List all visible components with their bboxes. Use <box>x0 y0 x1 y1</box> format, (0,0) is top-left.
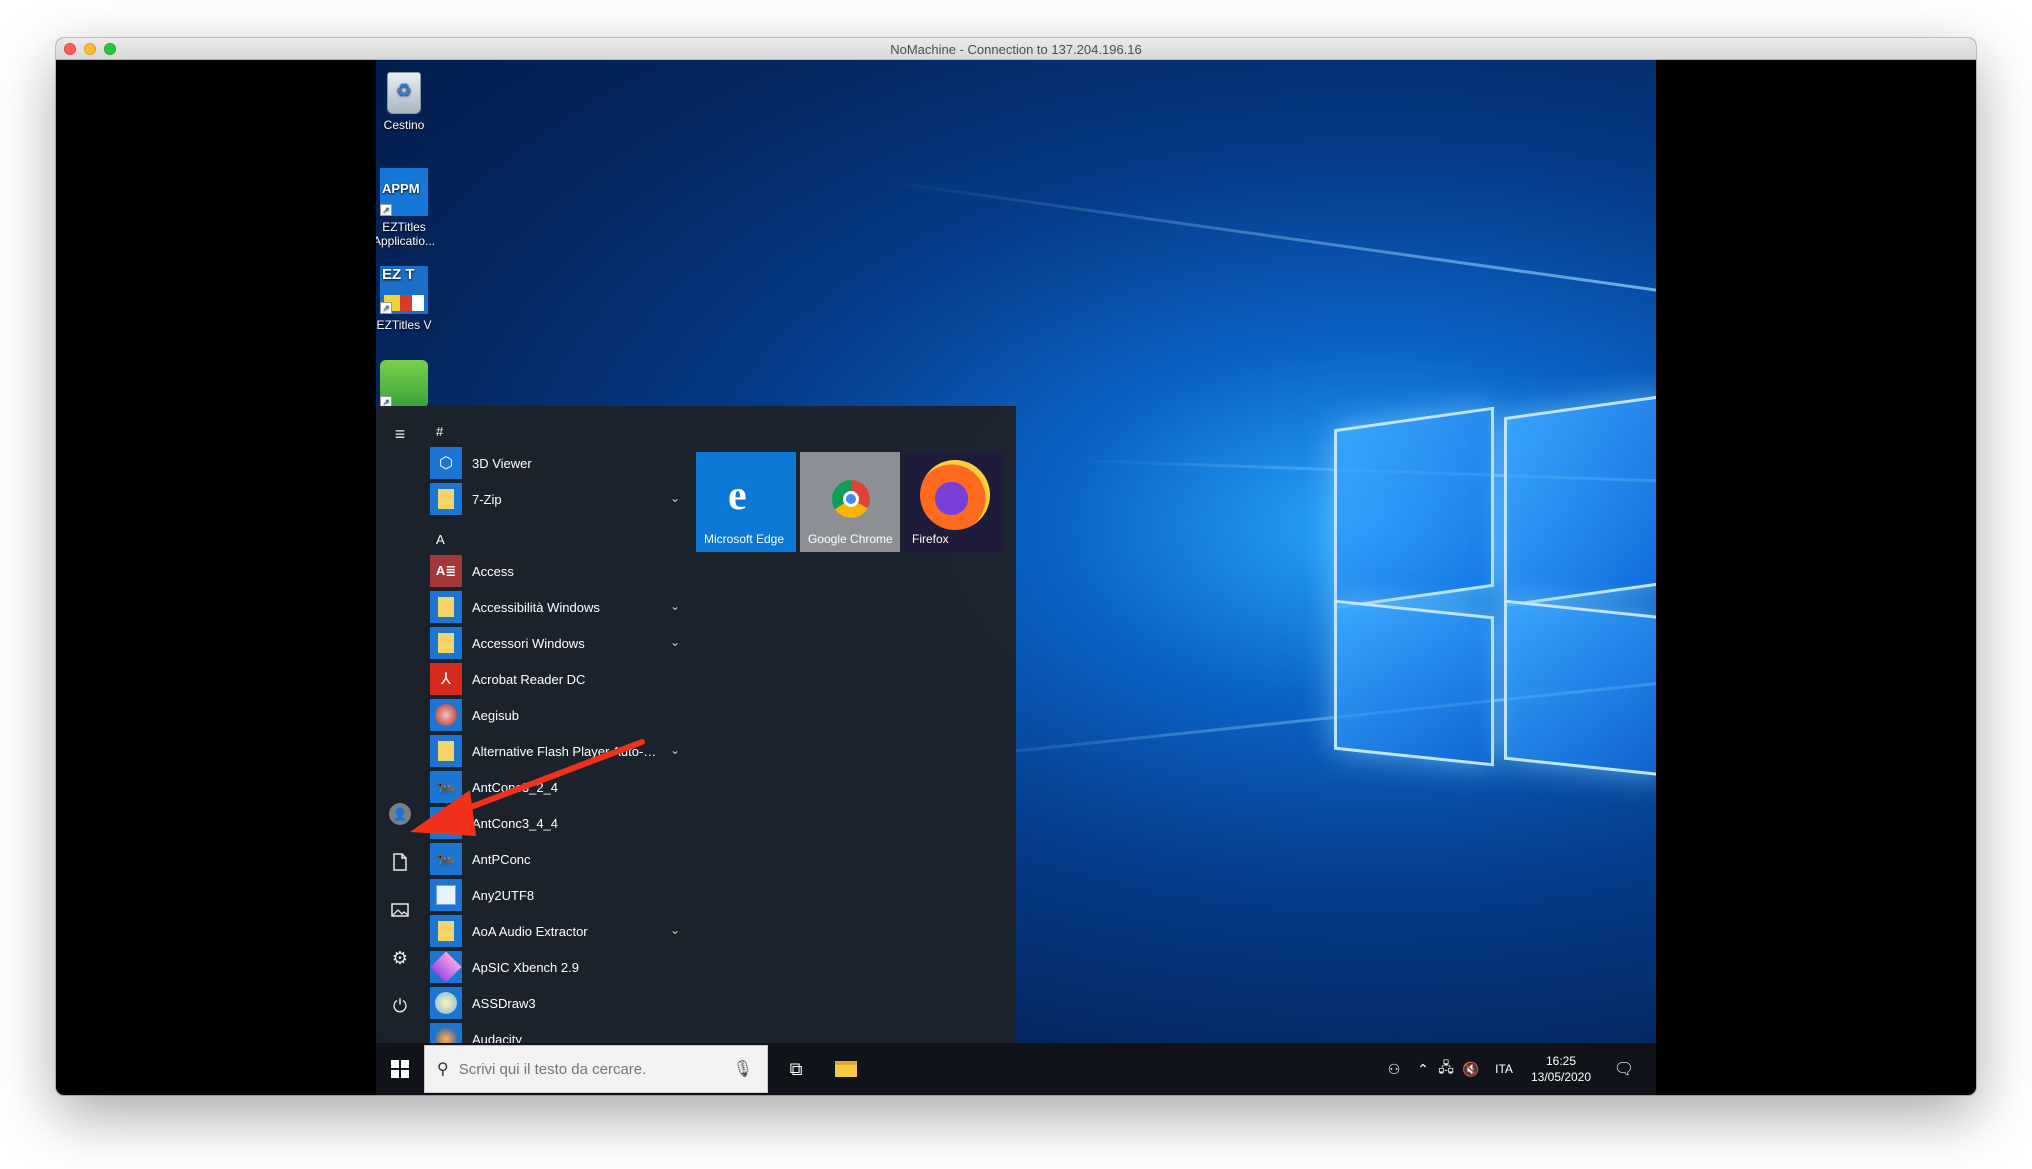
acrobat-icon: ⅄ <box>430 663 462 695</box>
appm-icon: APPM ↗ <box>380 168 428 216</box>
folder-icon <box>430 591 462 623</box>
start-rail: ≡ 👤 ⚙ ⏻ <box>376 406 424 1043</box>
wallpaper-pane <box>1334 406 1494 610</box>
app-alternative-flash-player[interactable]: Alternative Flash Player Auto-Up... ⌄ <box>430 734 680 768</box>
folder-icon <box>430 483 462 515</box>
app-7-zip[interactable]: 7-Zip ⌄ <box>430 482 680 516</box>
app-audacity[interactable]: Audacity <box>430 1022 680 1043</box>
wallpaper-pane <box>1334 599 1494 767</box>
cube-icon: ⬡ <box>430 447 462 479</box>
folder-icon <box>430 915 462 947</box>
desktop-icon-eztitles-v[interactable]: EZ T ↗ EZTitles V <box>376 266 440 332</box>
nomachine-window: NoMachine - Connection to 137.204.196.16… <box>56 38 1976 1095</box>
book-icon: ↗ <box>380 360 428 408</box>
document-icon[interactable] <box>380 842 420 882</box>
antconc-icon: 🐜 <box>430 771 462 803</box>
folder-icon <box>430 735 462 767</box>
wallpaper-beam <box>883 180 1656 293</box>
app-antconc-3-2-4[interactable]: 🐜 AntConc3_2_4 <box>430 770 680 804</box>
search-icon: ⚲ <box>437 1061 449 1078</box>
language-indicator[interactable]: ITA <box>1486 1043 1522 1095</box>
chevron-down-icon[interactable]: ⌄ <box>670 923 680 937</box>
start-menu: ≡ 👤 ⚙ ⏻ # ⬡ 3D Viewer 7-Zip ⌄ A A≣ Acces… <box>376 406 1016 1043</box>
eztitles-icon: EZ T ↗ <box>380 266 428 314</box>
chevron-up-icon[interactable]: ⌃ <box>1412 1043 1434 1095</box>
taskbar-search-box[interactable]: ⚲ 🎙 <box>424 1045 768 1093</box>
access-icon: A≣ <box>430 555 462 587</box>
app-aoa-audio-extractor[interactable]: AoA Audio Extractor ⌄ <box>430 914 680 948</box>
task-view-icon[interactable]: ⧉ <box>772 1043 820 1095</box>
chrome-icon <box>832 480 870 518</box>
tile-firefox[interactable]: Firefox <box>904 452 1004 552</box>
window-title: NoMachine - Connection to 137.204.196.16 <box>890 42 1142 57</box>
notification-icon[interactable]: 🗨 <box>1602 1043 1646 1095</box>
user-avatar-icon[interactable]: 👤 <box>380 794 420 834</box>
chevron-down-icon[interactable]: ⌄ <box>670 599 680 613</box>
app-antpconc[interactable]: 🐜 AntPConc <box>430 842 680 876</box>
mac-titlebar[interactable]: NoMachine - Connection to 137.204.196.16 <box>56 38 1976 60</box>
app-accessibilita-windows[interactable]: Accessibilità Windows ⌄ <box>430 590 680 624</box>
clock-time: 16:25 <box>1545 1054 1577 1068</box>
chevron-down-icon[interactable]: ⌄ <box>670 635 680 649</box>
app-any2utf8[interactable]: Any2UTF8 <box>430 878 680 912</box>
desktop-icon-label: EZTitles V <box>376 318 432 332</box>
chevron-down-icon[interactable]: ⌄ <box>670 491 680 505</box>
antconc-icon: 🐜 <box>430 807 462 839</box>
windows-logo-icon[interactable] <box>376 1043 424 1095</box>
app-access[interactable]: A≣ Access <box>430 554 680 588</box>
people-icon[interactable]: ⚇ <box>1380 1043 1408 1095</box>
letter-header-hash[interactable]: # <box>436 424 443 439</box>
any2utf8-icon <box>430 879 462 911</box>
app-antconc-3-4-4[interactable]: 🐜 AntConc3_4_4 <box>430 806 680 840</box>
network-icon[interactable]: 🖧 <box>1434 1043 1458 1095</box>
app-accessori-windows[interactable]: Accessori Windows ⌄ <box>430 626 680 660</box>
assdraw-icon <box>430 987 462 1019</box>
letter-header-a[interactable]: A <box>436 532 445 547</box>
desktop-icon-recycle-bin[interactable]: Cestino <box>376 72 440 132</box>
aegisub-icon <box>430 699 462 731</box>
wallpaper-pane <box>1504 394 1656 608</box>
gear-icon[interactable]: ⚙ <box>380 938 420 978</box>
app-acrobat-reader[interactable]: ⅄ Acrobat Reader DC <box>430 662 680 696</box>
volume-muted-icon[interactable]: 🔇 <box>1458 1043 1484 1095</box>
desktop-icon-label: EZTitles Applicatio... <box>376 220 436 248</box>
chevron-down-icon[interactable]: ⌄ <box>670 743 680 757</box>
app-list[interactable]: # ⬡ 3D Viewer 7-Zip ⌄ A A≣ Access Access… <box>430 406 680 1043</box>
file-explorer-icon[interactable] <box>820 1043 872 1095</box>
recycle-bin-icon <box>387 72 421 114</box>
microphone-icon[interactable]: 🎙 <box>733 1059 753 1079</box>
firefox-icon <box>920 460 990 530</box>
clock-date: 13/05/2020 <box>1530 1070 1592 1084</box>
xbench-icon <box>430 951 462 983</box>
desktop-icon-green-app[interactable]: ↗ <box>376 360 440 412</box>
edge-icon: e <box>728 473 747 519</box>
desktop-icon-label: Cestino <box>383 118 425 132</box>
clock[interactable]: 16:25 13/05/2020 <box>1526 1043 1596 1095</box>
desktop-icon-eztitles-app[interactable]: APPM ↗ EZTitles Applicatio... <box>376 168 440 248</box>
app-apsic-xbench[interactable]: ApSIC Xbench 2.9 <box>430 950 680 984</box>
folder-icon <box>430 627 462 659</box>
tile-google-chrome[interactable]: Google Chrome <box>800 452 900 552</box>
wallpaper-pane <box>1504 599 1656 777</box>
hamburger-icon[interactable]: ≡ <box>380 414 420 454</box>
taskbar: ⚲ 🎙 ⧉ ⚇ ⌃ 🖧 🔇 ITA 16:25 13/05/2020 🗨 <box>376 1043 1656 1095</box>
app-aegisub[interactable]: Aegisub <box>430 698 680 732</box>
search-input[interactable] <box>458 1060 729 1078</box>
pictures-icon[interactable] <box>380 890 420 930</box>
audacity-icon <box>430 1023 462 1043</box>
tile-microsoft-edge[interactable]: e Microsoft Edge <box>696 452 796 552</box>
antpconc-icon: 🐜 <box>430 843 462 875</box>
app-3d-viewer[interactable]: ⬡ 3D Viewer <box>430 446 680 480</box>
remote-desktop[interactable]: Cestino APPM↗ EZTitles Applicatio... EZ … <box>376 60 1656 1095</box>
app-assdraw3[interactable]: ASSDraw3 <box>430 986 680 1020</box>
power-icon[interactable]: ⏻ <box>380 986 420 1026</box>
